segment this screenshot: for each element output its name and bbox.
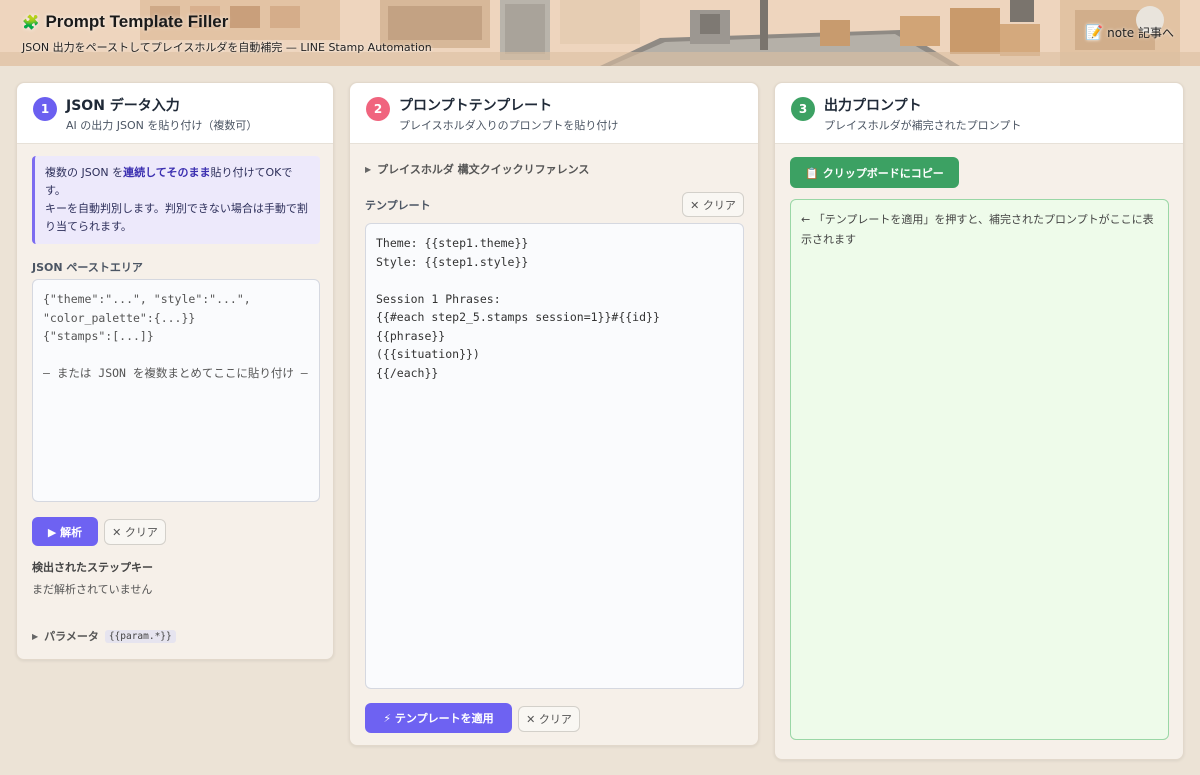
param-label: パラメータ bbox=[44, 630, 99, 643]
paste-area-label: JSON ペーストエリア bbox=[32, 261, 143, 274]
info-emphasis: 連続してそのまま bbox=[123, 166, 211, 179]
clear-template-button[interactable]: ✕ クリア bbox=[682, 192, 744, 217]
panel-header: 3 出力プロンプト プレイスホルダが補完されたプロンプト bbox=[775, 83, 1183, 144]
template-label: テンプレート bbox=[365, 199, 431, 212]
template-editor[interactable] bbox=[365, 223, 744, 689]
panel-title: プロンプトテンプレート bbox=[399, 98, 553, 114]
param-code: {{param.*}} bbox=[104, 629, 176, 643]
app-title-text: Prompt Template Filler bbox=[45, 12, 229, 31]
quickref-label: プレイスホルダ 構文クイックリファレンス bbox=[377, 163, 590, 176]
clear-json-button[interactable]: ✕ クリア bbox=[104, 519, 166, 545]
panel-header: 1 JSON データ入力 AI の出力 JSON を貼り付け（複数可） bbox=[17, 83, 333, 144]
detected-keys-label: 検出されたステップキー bbox=[32, 561, 153, 574]
copy-clipboard-button[interactable]: 📋 クリップボードにコピー bbox=[790, 157, 959, 188]
panel-title: JSON データ入力 bbox=[66, 98, 180, 114]
json-paste-area[interactable] bbox=[32, 279, 320, 502]
factory-illustration bbox=[0, 0, 1200, 66]
app-title: 🧩 Prompt Template Filler bbox=[22, 12, 228, 32]
panel-subtitle: プレイスホルダが補完されたプロンプト bbox=[824, 119, 1022, 132]
output-area[interactable] bbox=[790, 199, 1169, 740]
memo-icon: 📝 bbox=[1085, 24, 1104, 41]
step-number-badge: 2 bbox=[366, 97, 390, 121]
clear-all-button[interactable]: ✕ クリア bbox=[518, 706, 580, 732]
triangle-right-icon: ▶ bbox=[365, 164, 372, 174]
header-banner: 🧩 Prompt Template Filler JSON 出力をペーストしてプ… bbox=[0, 0, 1200, 66]
panel-title: 出力プロンプト bbox=[824, 98, 922, 114]
note-link-label: note 記事へ bbox=[1107, 26, 1174, 40]
panel-subtitle: プレイスホルダ入りのプロンプトを貼り付け bbox=[399, 119, 619, 132]
param-disclosure[interactable]: ▶ パラメータ {{param.*}} bbox=[32, 628, 176, 644]
output-panel: 3 出力プロンプト プレイスホルダが補完されたプロンプト 📋 クリップボードにコ… bbox=[774, 82, 1184, 760]
info-text: 複数の JSON を bbox=[45, 166, 124, 179]
step-number-badge: 1 bbox=[33, 97, 57, 121]
triangle-right-icon: ▶ bbox=[32, 631, 39, 641]
parse-button[interactable]: ▶ 解析 bbox=[32, 517, 98, 546]
detected-keys-empty: まだ解析されていません bbox=[32, 583, 153, 596]
template-panel: 2 プロンプトテンプレート プレイスホルダ入りのプロンプトを貼り付け ▶ プレイ… bbox=[349, 82, 759, 746]
info-text-line2: キーを自動判別します。判別できない場合は手動で割り当てられます。 bbox=[45, 202, 308, 233]
json-input-panel: 1 JSON データ入力 AI の出力 JSON を貼り付け（複数可） 複数の … bbox=[16, 82, 334, 660]
apply-template-button[interactable]: ⚡ テンプレートを適用 bbox=[365, 703, 512, 733]
app-subtitle: JSON 出力をペーストしてプレイスホルダを自動補完 — LINE Stamp … bbox=[22, 41, 432, 54]
quickref-disclosure[interactable]: ▶ プレイスホルダ 構文クイックリファレンス bbox=[365, 161, 589, 177]
panel-header: 2 プロンプトテンプレート プレイスホルダ入りのプロンプトを貼り付け bbox=[350, 83, 758, 144]
panel-subtitle: AI の出力 JSON を貼り付け（複数可） bbox=[66, 119, 258, 132]
info-callout: 複数の JSON を連続してそのまま貼り付けてOKです。 キーを自動判別します。… bbox=[32, 156, 320, 244]
note-article-link[interactable]: 📝 note 記事へ bbox=[1086, 24, 1174, 41]
step-number-badge: 3 bbox=[791, 97, 815, 121]
puzzle-icon: 🧩 bbox=[22, 13, 40, 30]
